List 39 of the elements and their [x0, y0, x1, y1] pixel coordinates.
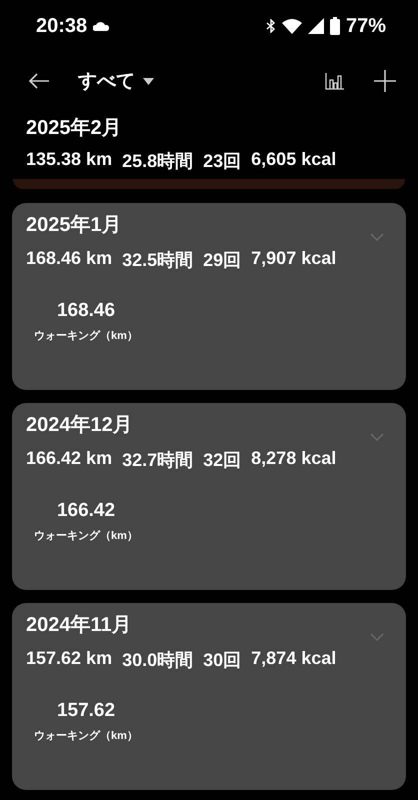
status-time: 20:38 — [36, 14, 88, 38]
summary-stat: 157.62 km — [26, 648, 112, 670]
summary-stat: 32.7時間 — [122, 449, 194, 472]
month-title: 2025年2月 — [26, 116, 122, 141]
signal-icon — [308, 18, 324, 34]
month-card[interactable]: 2024年12月 166.42 km 32.7時間 32回 8,278 kcal 166.42 ウォーキング（km） — [12, 403, 406, 590]
battery-icon — [330, 17, 340, 35]
battery-percent: 77% — [346, 14, 386, 38]
summary-stat: 32回 — [203, 449, 242, 472]
activity-label: ウォーキング（km） — [34, 729, 138, 743]
summary-stat: 8,278 kcal — [251, 448, 336, 470]
summary-stat: 135.38 km — [26, 149, 112, 171]
caret-down-icon — [143, 78, 154, 84]
summary-stat: 7,907 kcal — [251, 248, 336, 270]
summary-stat: 6,605 kcal — [251, 149, 336, 171]
month-title: 2024年11月 — [26, 613, 132, 638]
summary-stat: 29回 — [203, 249, 242, 272]
summary-stat: 7,874 kcal — [251, 648, 336, 670]
month-title: 2025年1月 — [26, 213, 122, 238]
summary-stat: 166.42 km — [26, 448, 112, 470]
activity-label: ウォーキング（km） — [34, 529, 138, 543]
bluetooth-icon — [266, 19, 276, 33]
summary-stat: 30回 — [203, 649, 242, 672]
wifi-icon — [282, 18, 302, 34]
summary-stat: 32.5時間 — [122, 249, 194, 272]
cloud-icon — [93, 22, 110, 30]
activity-value: 157.62 — [56, 700, 116, 722]
month-card[interactable]: 2024年11月 157.62 km 30.0時間 30回 7,874 kcal 157.62 ウォーキング（km） — [12, 603, 406, 790]
month-card[interactable]: 2025年1月 168.46 km 32.5時間 29回 7,907 kcal 168.46 ウォーキング（km） — [12, 203, 406, 390]
activity-value: 166.42 — [56, 500, 116, 522]
add-button[interactable] — [372, 68, 398, 94]
month-title: 2024年12月 — [26, 413, 133, 438]
summary-stat: 23回 — [203, 150, 242, 173]
summary-stat: 30.0時間 — [122, 649, 194, 672]
summary-stat: 25.8時間 — [122, 150, 194, 173]
activity-value: 168.46 — [56, 300, 116, 322]
activity-label: ウォーキング（km） — [34, 329, 138, 343]
filter-dropdown[interactable]: すべて — [78, 68, 154, 94]
summary-stat: 168.46 km — [26, 248, 112, 270]
